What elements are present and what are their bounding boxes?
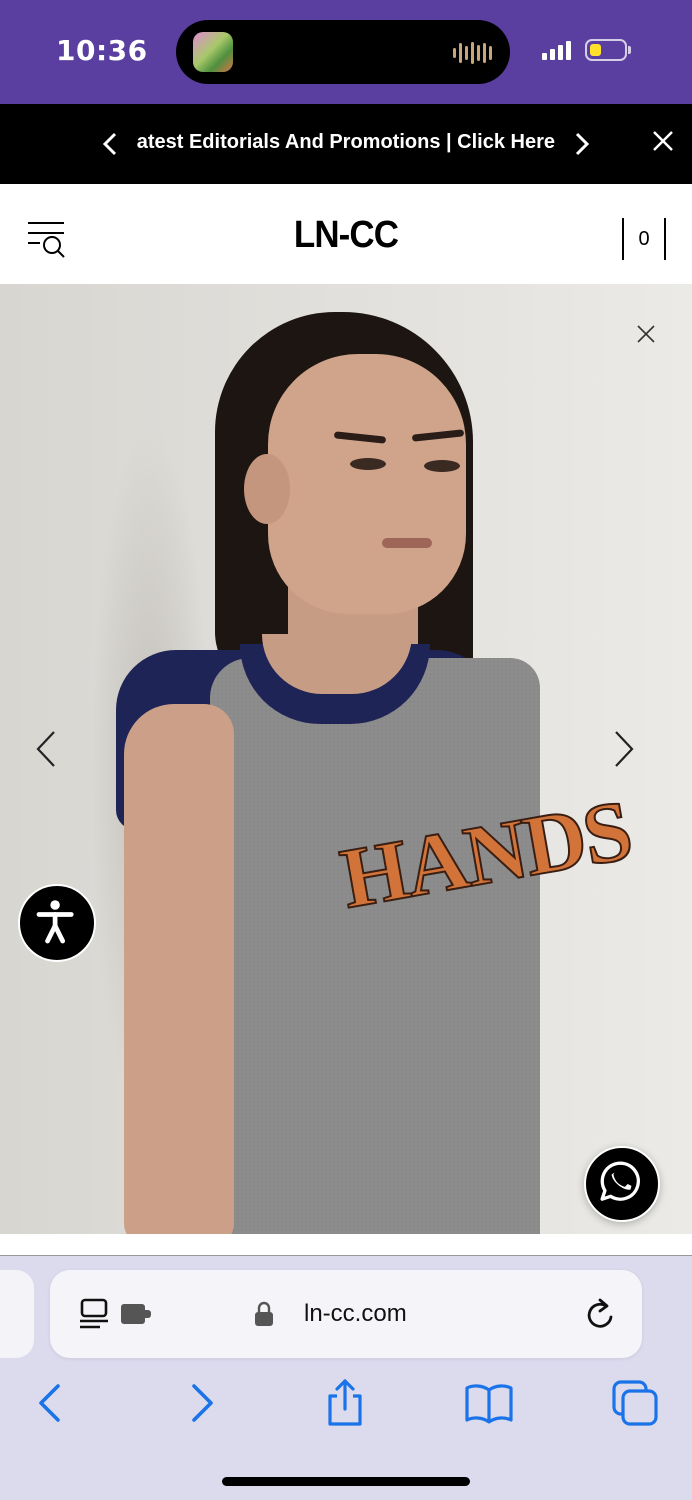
chevron-right-icon[interactable]	[610, 728, 638, 770]
lock-icon	[255, 1301, 273, 1326]
tabs-icon[interactable]	[610, 1378, 660, 1428]
page-content-edge	[0, 1234, 692, 1256]
extension-icon[interactable]	[120, 1300, 154, 1328]
close-icon[interactable]	[650, 128, 676, 154]
browser-toolbar: ln-cc.com	[0, 1256, 692, 1500]
battery-icon	[585, 39, 627, 61]
dynamic-island[interactable]	[176, 20, 510, 84]
back-icon[interactable]	[26, 1378, 76, 1428]
share-icon[interactable]	[320, 1378, 370, 1428]
ios-status-bar: 10:36	[0, 0, 692, 104]
close-icon[interactable]	[634, 322, 658, 346]
site-logo[interactable]: LN-CC	[28, 214, 665, 257]
product-image-carousel[interactable]: HANDS	[0, 284, 692, 1234]
promo-text-viewport: atest Editorials And Promotions | Click …	[134, 104, 562, 184]
battery-level	[590, 44, 601, 56]
chevron-right-icon[interactable]	[570, 126, 594, 162]
site-header: LN-CC 0	[0, 184, 692, 284]
status-time: 10:36	[56, 34, 148, 67]
reader-mode-icon[interactable]	[78, 1296, 112, 1332]
address-bar[interactable]: ln-cc.com	[50, 1270, 642, 1358]
model-arm	[124, 704, 234, 1234]
reload-icon[interactable]	[584, 1296, 618, 1332]
audio-waveform-icon	[453, 42, 492, 64]
accessibility-button[interactable]	[18, 884, 96, 962]
battery-cap	[628, 46, 631, 54]
promo-banner[interactable]: atest Editorials And Promotions | Click …	[0, 104, 692, 184]
model-eye	[350, 458, 386, 470]
model-face	[268, 354, 466, 614]
chevron-left-icon[interactable]	[32, 728, 60, 770]
music-app-icon	[193, 32, 233, 72]
whatsapp-button[interactable]	[584, 1146, 660, 1222]
whatsapp-icon	[600, 1161, 640, 1201]
previous-tab-preview[interactable]	[0, 1270, 34, 1358]
model-ear	[244, 454, 290, 524]
url-text[interactable]: ln-cc.com	[304, 1300, 407, 1328]
accessibility-icon	[36, 900, 74, 944]
cart-button[interactable]: 0	[622, 218, 666, 260]
model-mouth	[382, 538, 432, 548]
cellular-signal-icon	[542, 41, 571, 60]
tank-top	[210, 658, 540, 1234]
chevron-left-icon[interactable]	[98, 126, 122, 162]
home-indicator[interactable]	[222, 1477, 470, 1486]
model-eye	[424, 460, 460, 472]
forward-icon[interactable]	[176, 1378, 226, 1428]
bookmarks-icon[interactable]	[464, 1378, 514, 1428]
promo-text[interactable]: atest Editorials And Promotions | Click …	[137, 131, 555, 154]
cart-count: 0	[638, 227, 650, 250]
